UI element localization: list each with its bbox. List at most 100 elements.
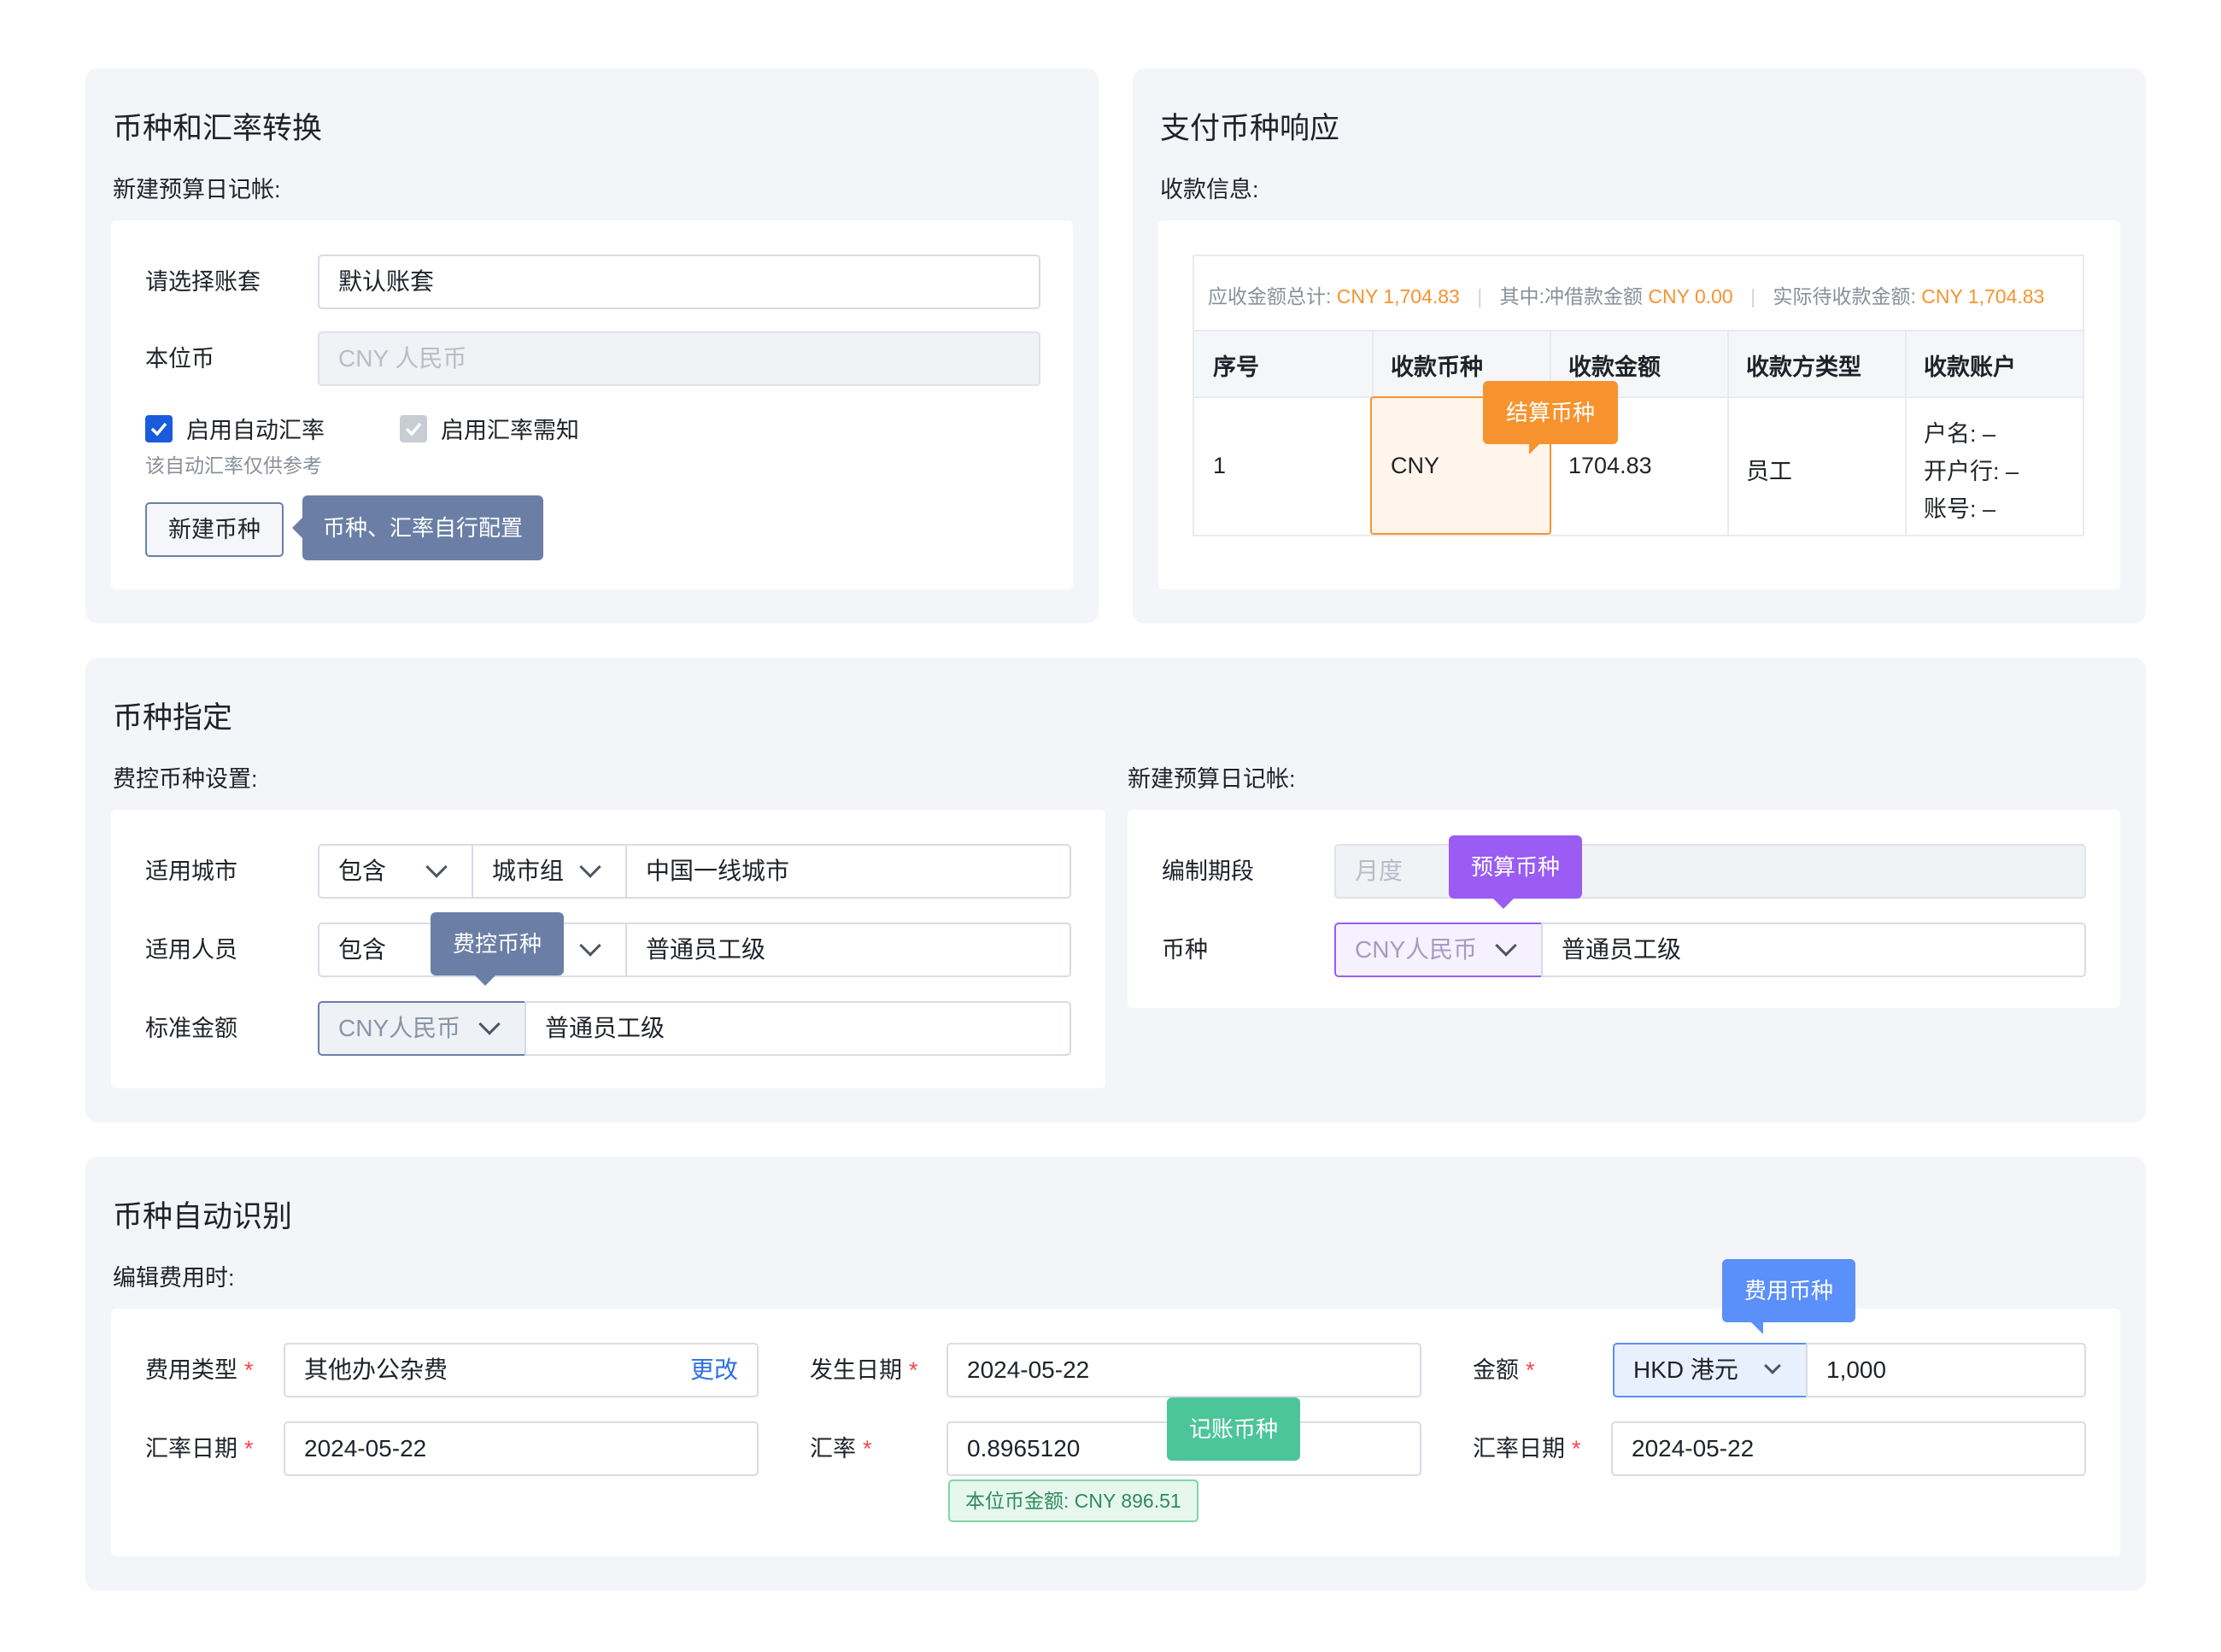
row-index: 1 [1213,453,1227,478]
rate-date2-label-text: 汇率日期 [1473,1436,1565,1462]
required-mark: * [1526,1357,1535,1383]
config-tooltip: 币种、汇率自行配置 [292,495,543,560]
section-title: 币种和汇率转换 [113,112,323,145]
base-currency-field: CNY 人民币 [318,331,1040,386]
occur-date-input[interactable]: 2024-05-22 [946,1343,1421,1397]
row-account-bank: 开户行: – [1924,459,2019,484]
col-divider [1905,330,1907,535]
col-divider [1727,330,1729,535]
account-set-label: 请选择账套 [145,269,261,295]
city-label: 适用城市 [145,858,237,884]
chevron-down-icon [478,1013,501,1035]
offset-value: CNY 0.00 [1648,285,1733,308]
rate-notice-label: 启用汇率需知 [441,418,579,443]
auto-rate-checkbox[interactable] [145,415,173,442]
offset-label: 其中:冲借款金额 [1499,285,1649,308]
auto-rate-hint: 该自动汇率仅供参考 [145,454,322,477]
rate-notice-checkbox[interactable] [400,415,427,442]
rate-date-label: 汇率日期 * [145,1421,254,1476]
rate-date2-input[interactable]: 2024-05-22 [1611,1421,2086,1476]
currency-level-input[interactable]: 普通员工级 [1541,923,2086,977]
receipt-card: 应收金额总计: CNY 1,704.83 | 其中:冲借款金额 CNY 0.00… [1158,220,2120,589]
left-subtitle: 费控币种设置: [113,766,258,792]
tooltip-arrow [1751,1322,1763,1334]
rate-date-input[interactable]: 2024-05-22 [284,1421,759,1476]
summary-bar: 应收金额总计: CNY 1,704.83 | 其中:冲借款金额 CNY 0.00… [1208,280,2044,309]
tooltip-arrow [292,518,302,538]
standard-currency-select[interactable]: CNY人民币 [318,1001,526,1056]
summary-divider: | [1750,285,1756,308]
currency-assign-section: 币种指定 费控币种设置: 新建预算日记帐: 适用城市 包含 城市组 中国一线城市… [85,658,2146,1122]
chevron-down-icon [1495,934,1517,957]
amount-currency-value: HKD 港元 [1633,1356,1738,1383]
row-payee-type: 员工 [1746,459,1792,484]
chevron-down-icon [1764,1357,1781,1374]
summary-divider: | [1477,285,1483,308]
occur-date-label: 发生日期 * [810,1343,918,1397]
row-account-name: 户名: – [1924,421,1996,447]
column-header-currency: 收款币种 [1391,354,1483,380]
period-label: 编制期段 [1162,858,1254,884]
column-header-amount: 收款金额 [1568,354,1661,380]
column-header-index: 序号 [1213,354,1259,380]
person-value-input[interactable]: 普通员工级 [625,923,1071,977]
row-currency: CNY [1391,453,1440,478]
settle-currency-tooltip: 结算币种 [1483,381,1618,454]
budget-journal-card: 请选择账套 默认账套 本位币 CNY 人民币 启用自动汇率 该自动汇率仅供参考 … [111,220,1073,589]
required-mark: * [244,1357,254,1383]
required-mark: * [244,1436,254,1462]
person-label: 适用人员 [145,937,237,963]
header-top-border [1194,330,2083,331]
base-currency-label: 本位币 [145,346,214,372]
amount-label: 金额 * [1473,1343,1535,1397]
standard-currency-value: CNY人民币 [338,1015,461,1041]
standard-value-input[interactable]: 普通员工级 [524,1001,1071,1056]
auto-rate-label: 启用自动汇率 [186,418,325,443]
section-title: 币种指定 [113,701,233,735]
payment-currency-section: 支付币种响应 收款信息: 应收金额总计: CNY 1,704.83 | 其中:冲… [1133,68,2146,624]
expense-currency-tooltip: 费用币种 [1722,1259,1855,1334]
amount-label-text: 金额 [1473,1357,1519,1383]
currency-select[interactable]: CNY人民币 [1334,923,1543,977]
currency-conversion-section: 币种和汇率转换 新建预算日记帐: 请选择账套 默认账套 本位币 CNY 人民币 … [85,68,1099,624]
amount-input[interactable]: 1,000 [1806,1343,2086,1397]
change-link[interactable]: 更改 [690,1344,738,1396]
booking-tooltip-text: 记账币种 [1188,1416,1278,1442]
rate-date2-label: 汇率日期 * [1473,1421,1581,1476]
required-mark: * [1572,1436,1581,1462]
rate-date-label-text: 汇率日期 [145,1436,237,1462]
row-account-number: 账号: – [1924,496,1996,522]
section-subtitle: 新建预算日记帐: [113,177,281,202]
city-group-select[interactable]: 城市组 [472,844,627,899]
column-header-account: 收款账户 [1924,354,2016,380]
expense-tooltip-text: 费用币种 [1743,1278,1833,1303]
chevron-down-icon [579,934,601,957]
person-mode-value: 包含 [338,936,387,963]
expense-edit-card: 费用类型 * 其他办公杂费 更改 发生日期 * 2024-05-22 金额 * HKD… [111,1259,2120,1556]
account-set-select[interactable]: 默认账套 [318,255,1040,309]
control-currency-tooltip: 费控币种 [431,912,564,986]
amount-currency-select[interactable]: HKD 港元 [1613,1343,1808,1397]
total-value: CNY 1,704.83 [1336,285,1460,308]
occur-date-label-text: 发生日期 [810,1357,902,1383]
city-mode-select[interactable]: 包含 [318,844,473,899]
expense-type-label: 费用类型 * [145,1343,254,1397]
base-amount-badge: 本位币金额: CNY 896.51 [948,1479,1198,1522]
rate-label: 汇率 * [810,1421,872,1476]
rate-label-text: 汇率 [810,1436,856,1462]
section-subtitle: 收款信息: [1160,177,1259,202]
currency-select-value: CNY人民币 [1355,936,1478,963]
currency-auto-recognition-section: 币种自动识别 编辑费用时: 费用类型 * 其他办公杂费 更改 发生日期 * 2024… [85,1157,2146,1590]
city-value-input[interactable]: 中国一线城市 [625,844,1071,899]
expense-type-field[interactable]: 其他办公杂费 更改 [284,1343,759,1397]
actual-value: CNY 1,704.83 [1921,285,2045,308]
right-subtitle: 新建预算日记帐: [1128,766,1296,792]
city-group-value: 城市组 [492,858,565,884]
config-tooltip-text: 币种、汇率自行配置 [322,515,523,541]
tooltip-arrow [1493,899,1514,909]
period-field: 月度 [1334,844,2086,899]
budget-tooltip-text: 预算币种 [1470,854,1560,880]
chevron-down-icon [425,856,448,878]
expense-type-label-text: 费用类型 [145,1357,237,1383]
new-currency-button[interactable]: 新建币种 [145,502,284,557]
